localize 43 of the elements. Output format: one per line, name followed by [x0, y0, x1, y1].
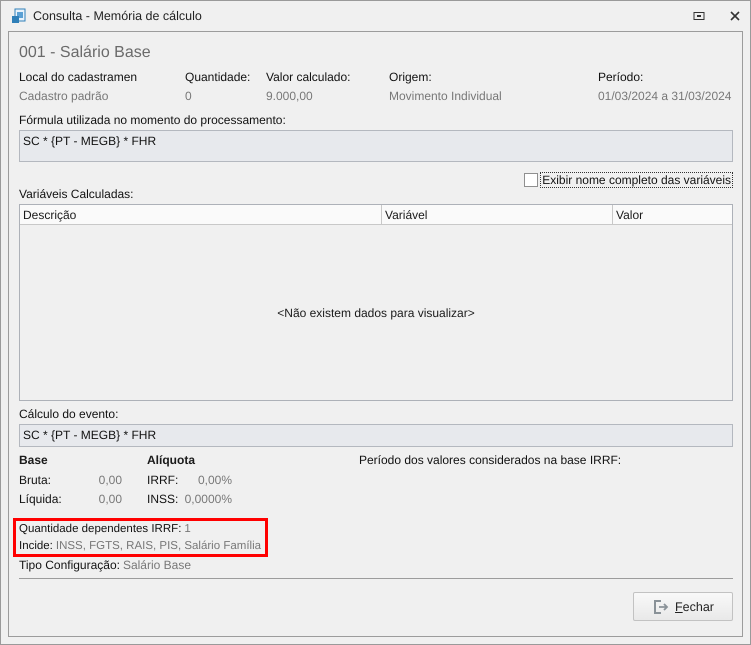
field-label: IRRF:: [147, 473, 180, 487]
detail-value: 1: [184, 523, 191, 535]
field-value: 0,00: [98, 492, 122, 506]
column-heading: Alíquota: [147, 453, 196, 467]
close-icon[interactable]: [728, 9, 742, 23]
field-value: 9.000,00: [266, 89, 314, 103]
detail-label: Tipo Configuração:: [19, 558, 120, 572]
field-label: Valor calculado:: [266, 70, 352, 84]
field-label: Líquida:: [19, 492, 63, 506]
calculation-label: Cálculo do evento:: [19, 407, 120, 421]
detail-label: Quantidade dependentes IRRF:: [19, 523, 182, 535]
detail-value: INSS, FGTS, RAIS, PIS, Salário Família: [56, 540, 262, 552]
field-value: 0,00: [98, 473, 122, 487]
irrf-period-label: Período dos valores considerados na base IRRF:: [359, 453, 622, 469]
field-label: INSS:: [147, 492, 180, 506]
field-value: 0,00%: [196, 473, 232, 487]
field-value: 0,0000%: [184, 492, 232, 506]
restore-icon[interactable]: [692, 9, 706, 23]
detail-label: Incide:: [19, 540, 53, 552]
event-title: 001 - Salário Base: [19, 44, 152, 63]
field-label: Local do cadastramen: [19, 70, 138, 84]
column-header[interactable]: Valor: [613, 205, 732, 225]
field-value: Cadastro padrão: [19, 89, 110, 103]
column-heading: Base: [19, 453, 49, 467]
exit-icon: [652, 598, 670, 616]
section-label: Variáveis Calculadas:: [19, 187, 134, 201]
column-header[interactable]: Descrição: [20, 205, 382, 225]
field-value: 01/03/2024 a 31/03/2024: [598, 89, 732, 103]
field-value: Movimento Individual: [389, 89, 503, 103]
field-label: Origem:: [389, 70, 433, 84]
app-icon: [11, 8, 27, 24]
field-label: Quantidade:: [185, 70, 252, 84]
detail-value: Salário Base: [122, 558, 191, 572]
formula-field: SC * {PT - MEGB} * FHR: [19, 130, 733, 162]
column-header[interactable]: Variável: [382, 205, 613, 225]
close-button[interactable]: Fechar: [633, 592, 733, 621]
window-title: Consulta - Memória de cálculo: [33, 9, 203, 23]
empty-message: <Não existem dados para visualizar>: [277, 306, 475, 320]
field-label: Bruta:: [19, 473, 52, 487]
field-value: 0: [185, 89, 193, 103]
field-label: Período:: [598, 70, 644, 84]
calculation-field: SC * {PT - MEGB} * FHR: [19, 424, 733, 447]
formula-label: Fórmula utilizada no momento do processamento:: [19, 113, 287, 127]
